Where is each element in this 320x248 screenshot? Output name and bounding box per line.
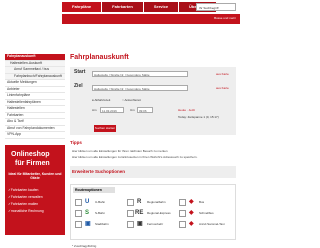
ubahn-icon: U	[85, 199, 92, 206]
start-input[interactable]: Haltestelle / Straße Nr. / besondere Stä…	[92, 71, 188, 77]
checkbox-fernverkehr[interactable]	[127, 221, 134, 228]
time-label: Um	[130, 108, 135, 112]
header-banner: Busse und mehr	[62, 14, 240, 24]
today-now-link[interactable]: Heute · Jetzt	[178, 108, 195, 112]
label-sbahn: S-Bahn	[95, 211, 106, 215]
label-anruf-sammel-taxi: Anruf-Sammel-Taxi	[199, 222, 225, 226]
tab-fahrplaene[interactable]: Fahrpläne	[62, 2, 102, 12]
checkbox-stadtbahn[interactable]	[75, 221, 82, 228]
regional-express-icon: RE	[135, 210, 144, 217]
ad-bullet: Fahrkarten verwalten	[8, 194, 44, 201]
ad-subtitle: Ideal für Mitarbeiter, Kunden und Gäste	[8, 172, 62, 180]
checkbox-bus[interactable]	[179, 199, 186, 206]
tab-fahrkarten[interactable]: Fahrkarten	[102, 2, 143, 12]
stadtbahn-icon: ▣	[85, 221, 92, 228]
start-map-link[interactable]: aus Karte	[216, 72, 229, 76]
bus-icon: ◆	[189, 199, 196, 206]
top-navigation: Fahrpläne Fahrkarten Service Über uns	[62, 2, 217, 12]
label-schnellbus: Schnellbus	[199, 211, 214, 215]
sidebar-menu: Fahrplanauskunft Haltestellen-Auskunft Anr…	[5, 54, 65, 139]
ad-bullet: Fahrkarten kaufen	[8, 187, 44, 194]
onlineshop-ad[interactable]: Onlineshop für Firmen Ideal für Mitarbei…	[5, 145, 65, 235]
extended-options-title[interactable]: Erweiterte Suchoptionen	[70, 166, 236, 178]
checkbox-schnellbus[interactable]	[179, 210, 186, 217]
label-bus: Bus	[199, 200, 205, 204]
regionalbahn-icon: R	[137, 199, 144, 206]
checkbox-rbahn[interactable]	[127, 199, 134, 206]
ad-bullet: monatliche Rechnung	[8, 208, 44, 215]
label-regional-express: Regional-Express	[147, 211, 171, 215]
checkbox-sbahn[interactable]	[75, 210, 82, 217]
schnellbus-icon: ◆	[189, 210, 196, 217]
ziel-label: Ziel	[74, 83, 83, 89]
date-label: Am	[92, 108, 97, 112]
day-info: Today: Zeitspanne 1 (0, 15:17)	[178, 115, 219, 119]
tip-reset-settings[interactable]: Hier klicken um alle Einstellungen zurüc…	[72, 155, 197, 159]
label-stadtbahn: Stadtbahn	[95, 222, 109, 226]
tab-service[interactable]: Service	[143, 2, 179, 12]
slogan: Busse und mehr	[214, 16, 236, 20]
search-start-button[interactable]: Suchen starten	[94, 125, 116, 132]
ziel-map-link[interactable]: aus Karte	[216, 86, 229, 90]
label-regionalbahn: Regionalbahn	[147, 200, 166, 204]
ziel-input[interactable]: Haltestelle / Straße Nr. / besondere Stä…	[92, 85, 188, 91]
label-fernverkehr: Fernverkehr	[147, 222, 164, 226]
time-input[interactable]: 09:06	[137, 107, 153, 113]
main-content: Fahrplanauskunft Start Haltestelle / Str…	[70, 54, 236, 248]
tips-title: Tipps	[70, 140, 82, 145]
radio-abfahrt-label: Abfahrtszeit	[94, 98, 111, 102]
header: Fahrpläne Fahrkarten Service Über uns Ih…	[0, 0, 240, 25]
tip-save-settings[interactable]: Hier klicken um alle Einstellungen für I…	[72, 149, 168, 153]
checkbox-re[interactable]	[127, 210, 134, 217]
start-label: Start	[74, 69, 86, 75]
fernverkehr-icon: ▣	[137, 221, 144, 228]
page-title: Fahrplanauskunft	[70, 54, 129, 61]
radio-ankunft[interactable]: ○ Ankunftszeit	[122, 98, 141, 102]
route-options: Routenoptionen U U-Bahn R Regionalbahn ◆…	[70, 184, 236, 240]
sbahn-icon: S	[85, 210, 92, 217]
radio-ankunft-label: Ankunftszeit	[124, 98, 141, 102]
sidebar: Fahrplanauskunft Haltestellen-Auskunft Anr…	[5, 54, 65, 139]
search-input[interactable]: Ihr Suchbegriff	[196, 3, 236, 11]
ad-bullet: Fahrkarten mailen	[8, 201, 44, 208]
route-options-header: Routenoptionen	[73, 187, 115, 193]
checkbox-ubahn[interactable]	[75, 199, 82, 206]
sidebar-item[interactable]: VPN-App	[5, 132, 65, 139]
footnote: * Zuschlagpflichtig	[72, 244, 97, 248]
date-input[interactable]: 11.03.2016	[100, 107, 124, 113]
journey-planner-form: Start Haltestelle / Straße Nr. / besonde…	[70, 67, 236, 135]
anruf-sammel-taxi-icon: ◆	[189, 221, 196, 228]
ad-title: Onlineshop	[11, 151, 50, 158]
label-ubahn: U-Bahn	[95, 200, 106, 204]
checkbox-ast[interactable]	[179, 221, 186, 228]
radio-abfahrt[interactable]: ● Abfahrtszeit	[92, 98, 110, 102]
ad-bullets: Fahrkarten kaufen Fahrkarten verwalten F…	[8, 187, 44, 215]
ad-title-2: für Firmen	[15, 160, 50, 167]
